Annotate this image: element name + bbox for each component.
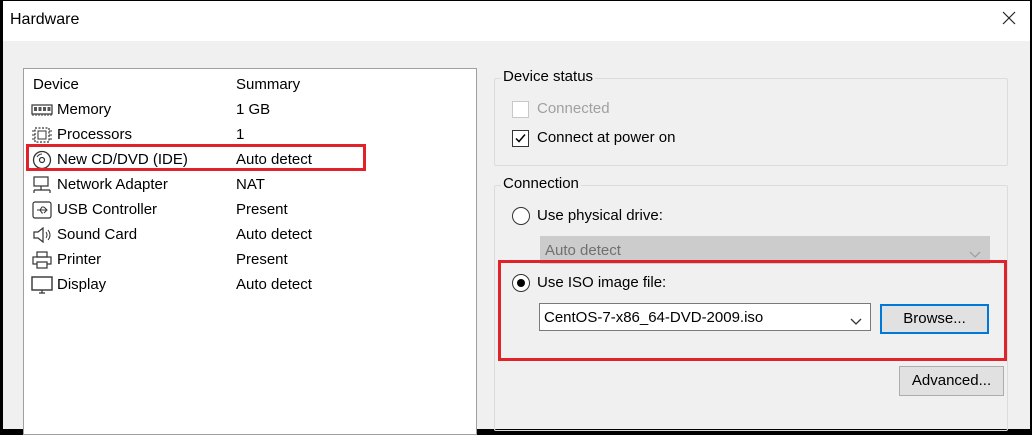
device-list-header: Device Summary [24, 73, 476, 98]
iso-highlight-box [498, 260, 1007, 361]
device-name: Network Adapter [57, 176, 168, 193]
connect-at-power-on-label: Connect at power on [537, 129, 676, 146]
speaker-icon [31, 225, 53, 245]
device-name: Processors [57, 126, 133, 143]
device-summary: 1 [236, 126, 245, 143]
window-title: Hardware [10, 11, 80, 28]
device-row-network-adapter[interactable]: Network Adapter NAT [24, 173, 476, 198]
selection-highlight [26, 144, 366, 171]
device-row-usb-controller[interactable]: USB Controller Present [24, 198, 476, 223]
device-summary: Auto detect [236, 226, 312, 243]
use-physical-drive-radio[interactable] [512, 207, 530, 225]
device-row-sound-card[interactable]: Sound Card Auto detect [24, 223, 476, 248]
device-name: USB Controller [57, 201, 158, 218]
connect-at-power-on-checkbox[interactable] [512, 130, 529, 147]
device-row-memory[interactable]: Memory 1 GB [24, 98, 476, 123]
device-status-group: Device status Connected Connect at power… [494, 68, 1008, 166]
network-adapter-icon [31, 175, 53, 195]
device-list: Device Summary Memory 1 GB Processors 1 … [23, 68, 477, 435]
connected-checkbox[interactable] [512, 101, 529, 118]
device-name: Memory [57, 101, 112, 118]
device-summary: Auto detect [236, 276, 312, 293]
memory-icon [31, 100, 53, 120]
connection-title: Connection [501, 175, 581, 192]
usb-icon [31, 200, 53, 220]
device-status-title: Device status [501, 68, 596, 85]
device-summary: 1 GB [236, 101, 271, 118]
device-summary: NAT [236, 176, 265, 193]
device-name: Display [57, 276, 107, 293]
title-bar: Hardware [3, 1, 1030, 41]
column-header-device[interactable]: Device [33, 76, 79, 93]
device-summary: Present [236, 201, 288, 218]
use-physical-drive-label: Use physical drive: [537, 207, 663, 224]
device-row-display[interactable]: Display Auto detect [24, 273, 476, 298]
column-header-summary[interactable]: Summary [236, 76, 300, 93]
printer-icon [31, 250, 53, 270]
connected-label: Connected [537, 100, 610, 117]
advanced-button[interactable]: Advanced... [899, 366, 1004, 396]
device-name: Sound Card [57, 226, 138, 243]
hardware-dialog: Hardware Device Summary Memory 1 GB Proc… [3, 1, 1030, 435]
monitor-icon [31, 275, 53, 295]
close-icon[interactable] [994, 6, 1024, 36]
device-name: Printer [57, 251, 102, 268]
processor-icon [31, 125, 53, 145]
device-summary: Present [236, 251, 288, 268]
physical-drive-value: Auto detect [545, 242, 621, 259]
device-row-printer[interactable]: Printer Present [24, 248, 476, 273]
